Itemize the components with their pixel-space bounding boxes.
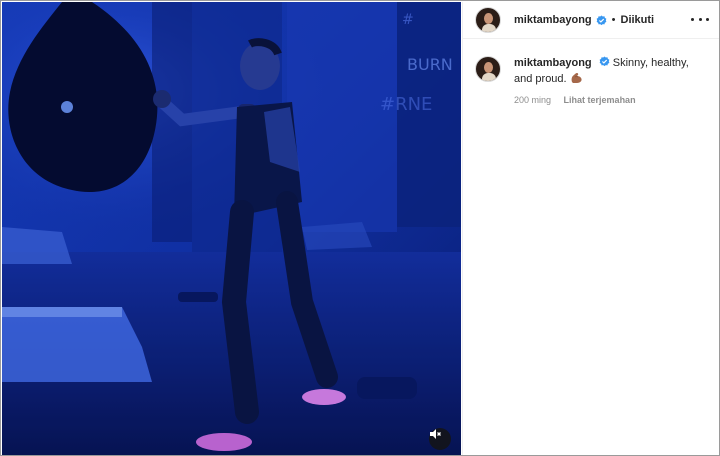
flexed-biceps-emoji [571,73,582,83]
caption-text-block: miktambayong Skinny, healthy, and proud. [514,56,704,87]
instagram-post-window: BURN #RNE # miktambayong • Diikuti mikta… [0,0,720,456]
post-header: miktambayong • Diikuti [463,2,719,39]
post-side-panel: miktambayong • Diikuti miktambayong Skin… [462,2,719,455]
video-frame-image: BURN #RNE # [2,2,461,455]
mute-toggle-button[interactable] [429,428,451,450]
header-separator: • [611,14,616,26]
caption-meta: 200 ming Lihat terjemahan [514,95,704,105]
header-username[interactable]: miktambayong [514,14,592,26]
verified-badge-icon [599,56,610,67]
more-options-icon[interactable] [691,12,709,26]
post-timestamp[interactable]: 200 ming [514,95,551,105]
caption-avatar[interactable] [475,56,501,82]
verified-badge-icon [596,14,606,25]
speaker-muted-icon [430,429,441,439]
caption-body: miktambayong Skinny, healthy, and proud.… [514,56,704,105]
caption-username[interactable]: miktambayong [514,57,592,69]
follow-status-button[interactable]: Diikuti [621,14,655,26]
see-translation-button[interactable]: Lihat terjemahan [564,95,636,105]
post-video[interactable]: BURN #RNE # [2,2,461,455]
caption-comment: miktambayong Skinny, healthy, and proud.… [475,56,711,105]
avatar[interactable] [475,7,501,33]
